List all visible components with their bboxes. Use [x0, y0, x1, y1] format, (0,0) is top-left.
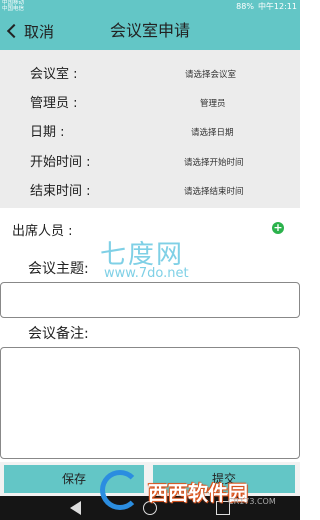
add-attendee-icon[interactable]: +	[272, 222, 284, 234]
notes-label: 会议备注:	[28, 326, 89, 342]
logo-ring-icon	[100, 470, 140, 510]
topic-label: 会议主题:	[28, 261, 89, 277]
app-header: 会议室申请 取消	[0, 12, 300, 50]
topic-input[interactable]	[0, 282, 300, 318]
start-time-row[interactable]: 开始时间 : 请选择开始时间	[0, 149, 300, 177]
cancel-button[interactable]: 取消	[6, 12, 54, 50]
date-row[interactable]: 日期 : 请选择日期	[0, 119, 300, 147]
meeting-room-row[interactable]: 会议室 : 请选择会议室	[0, 61, 300, 89]
logo-domain: CR173.COM	[228, 497, 276, 506]
nav-back-icon[interactable]	[70, 501, 81, 515]
watermark-url: www.7do.net	[104, 266, 189, 281]
admin-label: 管理员 :	[30, 96, 78, 111]
date-label: 日期 :	[30, 125, 65, 140]
end-time-label: 结束时间 :	[30, 184, 91, 199]
attendees-label: 出席人员 :	[12, 224, 73, 239]
end-time-row[interactable]: 结束时间 : 请选择结束时间	[0, 178, 300, 206]
cancel-label: 取消	[24, 22, 55, 41]
status-right: 88% 中午12:11	[236, 1, 297, 12]
battery-level: 88%	[236, 2, 254, 11]
clock: 中午12:11	[257, 2, 297, 11]
notes-textarea[interactable]	[0, 347, 300, 459]
carrier-info: 中国移动 中国电信	[2, 0, 24, 12]
admin-value[interactable]: 管理员	[200, 90, 226, 118]
meeting-room-label: 会议室 :	[30, 67, 78, 82]
meeting-room-picker[interactable]: 请选择会议室	[185, 61, 236, 89]
start-time-picker[interactable]: 请选择开始时间	[184, 149, 244, 177]
site-logo: 西西软件园 CR173.COM	[100, 470, 290, 510]
start-time-label: 开始时间 :	[30, 155, 91, 170]
admin-row[interactable]: 管理员 : 管理员	[0, 90, 300, 118]
status-bar: 中国移动 中国电信 88% 中午12:11	[0, 0, 300, 12]
end-time-picker[interactable]: 请选择结束时间	[184, 178, 244, 206]
chevron-left-icon	[6, 23, 22, 39]
date-picker[interactable]: 请选择日期	[191, 119, 234, 147]
